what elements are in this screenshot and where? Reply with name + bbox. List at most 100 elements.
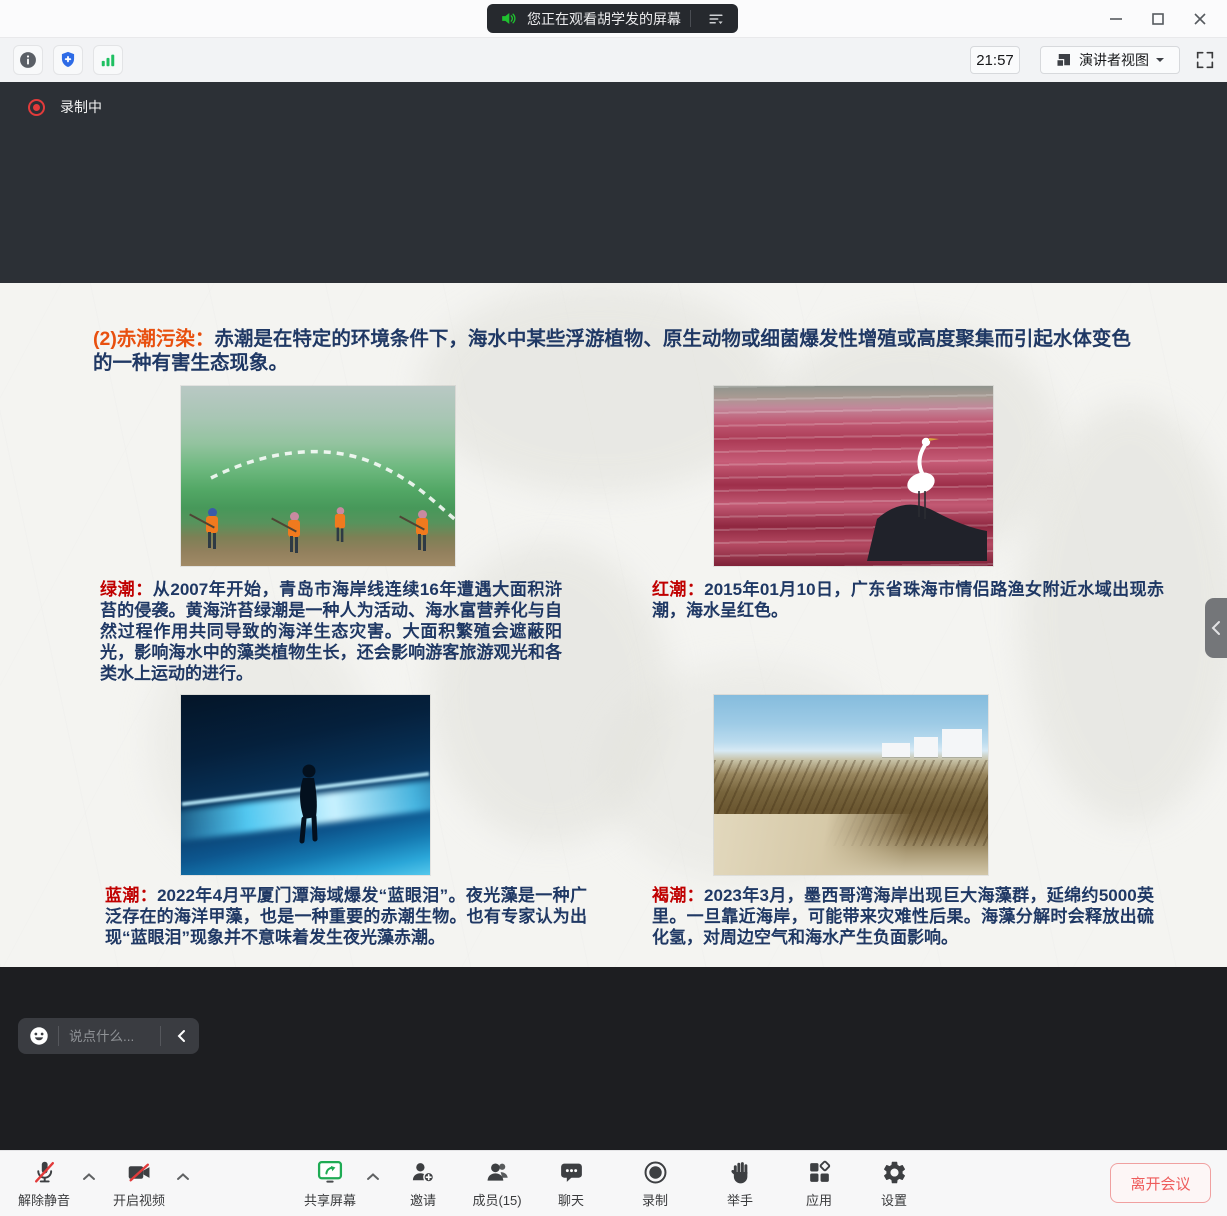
mic-muted-icon <box>31 1159 58 1186</box>
invite-label: 邀请 <box>410 1190 436 1209</box>
members-button[interactable]: 成员(15) <box>461 1157 533 1213</box>
chevron-up-icon <box>366 1172 382 1182</box>
share-screen-label: 共享屏幕 <box>304 1190 356 1209</box>
collapse-panel-tab[interactable] <box>1205 598 1227 658</box>
meeting-statusbar: 21:57 演讲者视图 <box>0 38 1227 82</box>
window-controls <box>1095 0 1221 38</box>
minimize-icon <box>1108 11 1124 27</box>
egret-bird-figure <box>859 411 989 561</box>
video-options-chevron[interactable] <box>176 1169 192 1185</box>
maximize-button[interactable] <box>1137 3 1179 35</box>
caret-down-icon <box>1155 56 1165 64</box>
meeting-info-button[interactable] <box>13 45 43 75</box>
chat-label: 聊天 <box>558 1190 584 1209</box>
chevron-left-icon <box>1210 620 1222 636</box>
red-tide-label: 红潮： <box>652 580 704 599</box>
layout-icon <box>1055 51 1073 69</box>
apps-grid-icon <box>806 1159 833 1186</box>
start-video-button[interactable]: 开启视频 <box>103 1157 175 1213</box>
recording-dot-icon <box>28 99 45 116</box>
screen-share-banner: 您正在观看胡学发的屏幕 <box>487 4 738 33</box>
meeting-controlbar: 解除静音 开启视频 共享屏幕 邀请 <box>0 1150 1227 1216</box>
fullscreen-button[interactable] <box>1194 48 1218 72</box>
record-label: 录制 <box>642 1190 668 1209</box>
apps-button[interactable]: 应用 <box>783 1157 855 1213</box>
leave-meeting-button[interactable]: 离开会议 <box>1110 1163 1211 1203</box>
green-tide-photo <box>181 386 455 566</box>
red-tide-photo <box>714 386 993 566</box>
brown-tide-photo <box>714 695 988 875</box>
recording-label: 录制中 <box>60 97 102 117</box>
fullscreen-icon <box>1194 49 1218 71</box>
chat-button[interactable]: 聊天 <box>535 1157 607 1213</box>
voov-meeting-window: 您正在观看胡学发的屏幕 <box>0 0 1227 1216</box>
signal-bars-icon <box>98 50 118 70</box>
blue-tide-photo <box>181 695 430 875</box>
share-screen-button[interactable]: 共享屏幕 <box>294 1157 366 1213</box>
person-silhouette <box>259 745 359 855</box>
speaker-icon <box>499 9 518 28</box>
members-icon <box>484 1159 511 1186</box>
raised-hand-icon <box>727 1159 754 1186</box>
maximize-icon <box>1150 11 1166 27</box>
slide-title-label: (2)赤潮污染： <box>93 328 214 350</box>
gear-icon <box>881 1159 908 1186</box>
brown-tide-caption: 褐潮：2023年3月，墨西哥湾海岸出现巨大海藻群，延绵约5000英里。一旦靠近海… <box>652 885 1154 948</box>
shared-slide: (2)赤潮污染：赤潮是在特定的环境条件下，海水中某些浮游植物、原生动物或细菌爆发… <box>0 283 1227 967</box>
stage-bottom-area <box>0 967 1227 1150</box>
record-button[interactable]: 录制 <box>619 1157 691 1213</box>
green-tide-label: 绿潮： <box>100 580 153 599</box>
camera-off-icon <box>126 1159 153 1186</box>
chat-message-input[interactable] <box>67 1028 152 1045</box>
raise-hand-label: 举手 <box>727 1190 753 1209</box>
banner-menu-button[interactable] <box>700 7 732 31</box>
green-tide-caption: 绿潮：从2007年开始，青岛市海岸线连续16年遭遇大面积浒苔的侵袭。黄海浒苔绿潮… <box>100 579 562 684</box>
invite-person-icon <box>410 1159 437 1186</box>
recording-indicator: 录制中 <box>28 97 102 117</box>
worker-figure <box>285 512 303 554</box>
raise-hand-button[interactable]: 举手 <box>704 1157 776 1213</box>
building <box>882 743 910 757</box>
minimize-button[interactable] <box>1095 3 1137 35</box>
mic-options-chevron[interactable] <box>82 1169 98 1185</box>
chat-divider <box>58 1026 59 1046</box>
stage-top-area: 录制中 <box>0 82 1227 283</box>
worker-figure <box>413 510 431 552</box>
worker-figure <box>332 507 347 543</box>
blue-tide-caption: 蓝潮：2022年4月平厦门潭海域爆发“蓝眼泪”。夜光藻是一种广泛存在的海洋甲藻，… <box>105 885 587 948</box>
start-video-label: 开启视频 <box>113 1190 165 1209</box>
close-button[interactable] <box>1179 3 1221 35</box>
slide-title-text: 赤潮是在特定的环境条件下，海水中某些浮游植物、原生动物或细菌爆发性增殖或高度聚集… <box>93 328 1131 374</box>
building <box>914 737 938 757</box>
invite-button[interactable]: 邀请 <box>387 1157 459 1213</box>
unmute-button[interactable]: 解除静音 <box>8 1157 80 1213</box>
view-mode-label: 演讲者视图 <box>1079 50 1149 70</box>
smiley-icon <box>28 1025 50 1047</box>
blue-tide-label: 蓝潮： <box>105 886 157 905</box>
brown-tide-label: 褐潮： <box>652 886 704 905</box>
share-options-chevron[interactable] <box>366 1169 382 1185</box>
sand-foreground <box>714 814 988 875</box>
members-label: 成员(15) <box>472 1190 521 1209</box>
apps-label: 应用 <box>806 1190 832 1209</box>
security-button[interactable] <box>53 45 83 75</box>
emoji-button[interactable] <box>28 1025 50 1047</box>
chat-divider <box>160 1026 161 1046</box>
building <box>942 729 982 757</box>
view-mode-selector[interactable]: 演讲者视图 <box>1040 46 1180 74</box>
red-tide-text: 2015年01月10日，广东省珠海市情侣路渔女附近水域出现赤潮，海水呈红色。 <box>652 580 1164 620</box>
red-tide-caption: 红潮：2015年01月10日，广东省珠海市情侣路渔女附近水域出现赤潮，海水呈红色… <box>652 579 1164 621</box>
chevron-left-icon <box>176 1029 186 1043</box>
green-tide-text: 从2007年开始，青岛市海岸线连续16年遭遇大面积浒苔的侵袭。黄海浒苔绿潮是一种… <box>100 580 562 683</box>
blue-tide-text: 2022年4月平厦门潭海域爆发“蓝眼泪”。夜光藻是一种广泛存在的海洋甲藻，也是一… <box>105 886 587 947</box>
banner-divider <box>690 10 691 27</box>
settings-button[interactable]: 设置 <box>858 1157 930 1213</box>
meeting-timer: 21:57 <box>970 46 1020 74</box>
banner-text: 您正在观看胡学发的屏幕 <box>527 9 681 29</box>
worker-figure <box>203 508 221 550</box>
network-status-button[interactable] <box>93 45 123 75</box>
quick-chat-bar <box>18 1018 199 1054</box>
chat-collapse-button[interactable] <box>169 1029 193 1043</box>
settings-label: 设置 <box>881 1190 907 1209</box>
shield-plus-icon <box>58 50 78 70</box>
